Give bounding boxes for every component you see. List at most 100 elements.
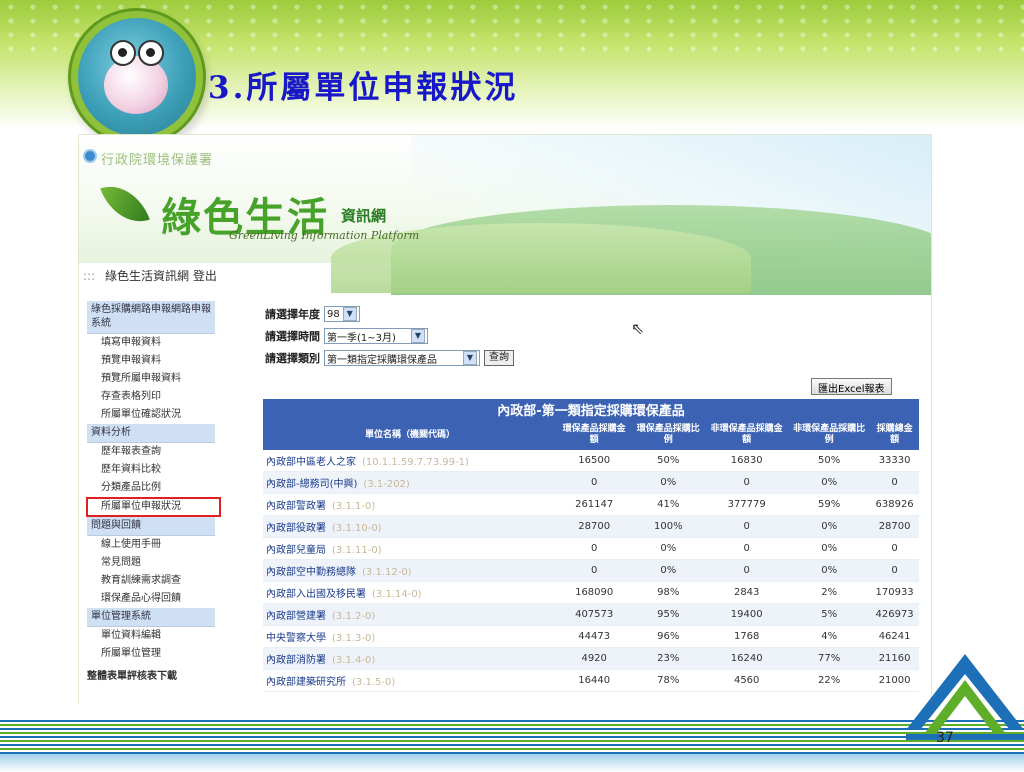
mountain-logo-icon: [906, 654, 1024, 740]
table-row: 內政部警政署 (3.1.1-0) 261147 41% 377779 59% 638926: [263, 493, 919, 516]
site-brand-sub: 資訊網: [341, 207, 387, 225]
sidebar-item[interactable]: 歷年報表查詢: [87, 443, 215, 461]
breadcrumb: ::: 綠色生活資訊網 登出: [83, 267, 217, 284]
mascot-logo: [78, 18, 196, 136]
table-row: 內政部消防署 (3.1.4-0) 4920 23% 16240 77% 21160: [263, 647, 919, 670]
cell-total: 46241: [870, 625, 919, 648]
chevron-down-icon: ▼: [411, 329, 425, 343]
mouse-pointer-icon: ⇖: [631, 319, 645, 338]
sidebar-item-active[interactable]: 所屬單位申報狀況: [86, 497, 221, 517]
cell-total: 638926: [870, 493, 919, 516]
cell-non-amt: 4560: [705, 669, 789, 692]
unit-cell: 內政部建築研究所 (3.1.5-0): [263, 669, 557, 692]
category-select-value: 第一類指定採購環保產品: [327, 354, 437, 366]
period-select[interactable]: 第一季(1~3月) ▼: [324, 328, 428, 344]
unit-code: (3.1.5-0): [352, 677, 396, 688]
column-header: 環保產品採購比例: [631, 420, 706, 450]
cell-eco-amt: 44473: [557, 625, 632, 648]
unit-cell: 內政部兒童局 (3.1.11-0): [263, 537, 557, 560]
unit-code: (3.1.2-0): [332, 611, 376, 622]
column-header: 環保產品採購金額: [557, 420, 632, 450]
cell-non-pct: 0%: [788, 559, 871, 582]
unit-name-link[interactable]: 內政部兒童局: [266, 545, 326, 556]
unit-code: (3.1.14-0): [372, 589, 422, 600]
unit-cell: 內政部營建署 (3.1.2-0): [263, 603, 557, 626]
cell-non-amt: 0: [705, 471, 789, 494]
unit-name-link[interactable]: 內政部-總務司(中興): [266, 479, 357, 490]
cell-eco-pct: 23%: [631, 647, 706, 670]
cell-non-amt: 0: [705, 515, 789, 538]
unit-name-link[interactable]: 內政部消防署: [266, 655, 326, 666]
cell-eco-amt: 407573: [557, 603, 632, 626]
sidebar-item[interactable]: 所屬單位管理: [87, 645, 215, 663]
breadcrumb-home-link[interactable]: 綠色生活資訊網: [105, 269, 189, 283]
cell-non-pct: 50%: [788, 450, 871, 472]
cell-eco-pct: 41%: [631, 493, 706, 516]
cell-eco-amt: 168090: [557, 581, 632, 604]
cell-total: 0: [870, 559, 919, 582]
year-select-value: 98: [327, 308, 340, 320]
unit-code: (10.1.1.59.7.73.99-1): [362, 457, 469, 468]
unit-name-link[interactable]: 內政部警政署: [266, 501, 326, 512]
cell-eco-amt: 261147: [557, 493, 632, 516]
sidebar-item[interactable]: 存查表格列印: [87, 388, 215, 406]
cell-non-amt: 2843: [705, 581, 789, 604]
unit-name-link[interactable]: 內政部營建署: [266, 611, 326, 622]
table-row: 內政部-總務司(中興) (3.1-202) 0 0% 0 0% 0: [263, 471, 919, 494]
unit-name-link[interactable]: 內政部建築研究所: [266, 677, 346, 688]
cell-non-pct: 5%: [788, 603, 871, 626]
cell-non-amt: 16830: [705, 450, 789, 472]
sidebar-item[interactable]: 單位資料編輯: [87, 627, 215, 645]
sidebar-item[interactable]: 常見問題: [87, 554, 215, 572]
cell-non-pct: 2%: [788, 581, 871, 604]
unit-name-link[interactable]: 內政部役政署: [266, 523, 326, 534]
page-number: 37: [936, 730, 954, 746]
cell-non-amt: 377779: [705, 493, 789, 516]
table-row: 內政部營建署 (3.1.2-0) 407573 95% 19400 5% 426973: [263, 603, 919, 626]
unit-cell: 內政部中區老人之家 (10.1.1.59.7.73.99-1): [263, 450, 557, 472]
query-button[interactable]: 查詢: [484, 350, 514, 366]
unit-name-link[interactable]: 內政部空中勤務總隊: [266, 567, 356, 578]
unit-code: (3.1.10-0): [332, 523, 382, 534]
table-row: 中央警察大學 (3.1.3-0) 44473 96% 1768 4% 46241: [263, 625, 919, 648]
footer-stripes: [0, 720, 1024, 754]
agency-name: 行政院環境保護署: [101, 153, 214, 168]
year-select[interactable]: 98 ▼: [324, 306, 360, 322]
cell-eco-pct: 0%: [631, 559, 706, 582]
sidebar-item[interactable]: 預覽申報資料: [87, 352, 215, 370]
category-select[interactable]: 第一類指定採購環保產品 ▼: [324, 350, 480, 366]
cell-non-amt: 19400: [705, 603, 789, 626]
year-label: 請選擇年度: [265, 308, 320, 321]
sidebar-item[interactable]: 教育訓練需求調查: [87, 572, 215, 590]
sidebar-item[interactable]: 歷年資料比較: [87, 461, 215, 479]
cell-eco-pct: 98%: [631, 581, 706, 604]
cell-non-pct: 22%: [788, 669, 871, 692]
logout-link[interactable]: 登出: [193, 269, 217, 283]
unit-name-link[interactable]: 中央警察大學: [266, 633, 326, 644]
sidebar-download-link[interactable]: 整體表單評核表下載: [87, 663, 215, 686]
sidebar-item[interactable]: 所屬單位確認狀況: [87, 406, 215, 424]
cell-non-amt: 0: [705, 537, 789, 560]
cell-eco-pct: 50%: [631, 450, 706, 472]
cell-non-pct: 59%: [788, 493, 871, 516]
sidebar-item[interactable]: 分類產品比例: [87, 479, 215, 497]
sidebar-item[interactable]: 環保產品心得回饋: [87, 590, 215, 608]
sidebar-item[interactable]: 預覽所屬申報資料: [87, 370, 215, 388]
unit-name-link[interactable]: 內政部中區老人之家: [266, 457, 356, 468]
footer-fade: [0, 754, 1024, 772]
table-row: 內政部中區老人之家 (10.1.1.59.7.73.99-1) 16500 50% 16…: [263, 450, 919, 472]
website-screenshot: 行政院環境保護署 綠色生活 資訊網 GreenLiving Informatio…: [78, 134, 932, 706]
chevron-down-icon: ▼: [342, 307, 357, 321]
site-banner: 行政院環境保護署 綠色生活 資訊網 GreenLiving Informatio…: [79, 135, 931, 295]
cell-non-pct: 0%: [788, 537, 871, 560]
unit-cell: 內政部入出國及移民署 (3.1.14-0): [263, 581, 557, 604]
unit-name-link[interactable]: 內政部入出國及移民署: [266, 589, 366, 600]
period-label: 請選擇時間: [265, 330, 320, 343]
sidebar-item[interactable]: 線上使用手冊: [87, 536, 215, 554]
sidebar-group-header: 綠色採購網路申報網路申報系統: [87, 301, 215, 334]
cell-eco-amt: 4920: [557, 647, 632, 670]
cell-eco-amt: 0: [557, 537, 632, 560]
sidebar-item[interactable]: 填寫申報資料: [87, 334, 215, 352]
cell-non-pct: 0%: [788, 515, 871, 538]
export-excel-button[interactable]: 匯出Excel報表: [811, 378, 892, 395]
